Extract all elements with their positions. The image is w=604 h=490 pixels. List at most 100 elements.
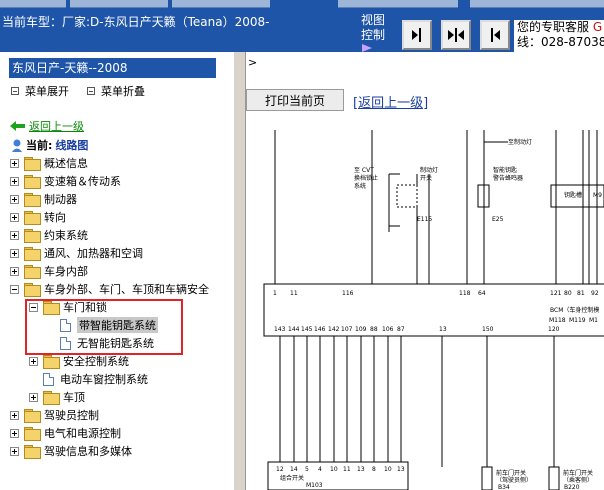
svg-text:14: 14 — [290, 466, 298, 473]
svg-text:至 CVT: 至 CVT — [354, 167, 374, 174]
svg-text:88: 88 — [370, 326, 378, 333]
wiring-diagram: 至制动灯 至 CVT 换档锁止 系统 制动灯 开关 E115 智能钥匙 警告蜂鸣… — [263, 130, 604, 490]
svg-text:B220: B220 — [564, 484, 580, 490]
print-page-button[interactable]: 打印当前页 — [246, 89, 344, 111]
expand-toggle-icon[interactable] — [29, 392, 38, 402]
svg-text:5: 5 — [305, 466, 309, 473]
top-tab[interactable] — [470, 0, 604, 8]
svg-text:BCM（车身控制模: BCM（车身控制模 — [550, 306, 599, 314]
tree-item[interactable]: 制动器 — [10, 190, 77, 208]
svg-text:8: 8 — [372, 466, 376, 473]
expand-toggle-icon[interactable] — [10, 266, 19, 276]
highlight-box — [25, 299, 183, 355]
folder-icon — [24, 157, 41, 171]
tree-item[interactable]: 转向 — [10, 208, 66, 226]
svg-text:150: 150 — [482, 326, 494, 333]
expand-icon — [11, 87, 19, 95]
return-link[interactable]: [返回上一级] — [353, 92, 428, 111]
tree-item[interactable]: 车身外部、车门、车顶和车辆安全 — [10, 280, 209, 298]
content-pane: > 打印当前页 [返回上一级] 至制动灯 至 CVT 换档锁止 系统 制动灯 开… — [246, 52, 604, 490]
svg-text:11: 11 — [343, 466, 351, 473]
folder-icon — [24, 211, 41, 225]
collapse-toggle-icon[interactable] — [10, 284, 19, 294]
svg-text:13: 13 — [439, 326, 447, 333]
tree-item[interactable]: 车顶 — [29, 388, 85, 406]
view-split-button[interactable] — [441, 20, 471, 50]
top-tab[interactable] — [0, 0, 66, 8]
expand-toggle-icon[interactable] — [10, 248, 19, 258]
tree-item[interactable]: 车身内部 — [10, 262, 88, 280]
svg-text:92: 92 — [591, 290, 599, 297]
svg-text:121: 121 — [550, 290, 562, 297]
svg-text:13: 13 — [357, 466, 365, 473]
svg-text:106: 106 — [382, 326, 394, 333]
tree-item[interactable]: 驾驶员控制 — [10, 406, 99, 424]
expand-toggle-icon[interactable] — [29, 356, 38, 366]
folder-icon — [24, 175, 41, 189]
svg-text:制动灯: 制动灯 — [420, 166, 438, 174]
svg-text:1: 1 — [273, 290, 277, 297]
menu-collapse-button[interactable]: 菜单折叠 — [87, 83, 145, 99]
expand-toggle-icon[interactable] — [10, 158, 19, 168]
svg-text:13: 13 — [397, 466, 405, 473]
folder-icon — [24, 229, 41, 243]
svg-text:4: 4 — [318, 466, 322, 473]
folder-icon — [24, 265, 41, 279]
expand-toggle-icon[interactable] — [10, 446, 19, 456]
svg-text:81: 81 — [577, 290, 585, 297]
folder-icon — [43, 355, 60, 369]
brand-bar: 东风日产-天籁--2008 — [9, 58, 216, 78]
svg-text:87: 87 — [397, 326, 405, 333]
back-link[interactable]: 返回上一级 — [10, 118, 84, 134]
pane-splitter[interactable] — [233, 52, 246, 490]
svg-text:开关: 开关 — [420, 174, 432, 182]
svg-text:12: 12 — [276, 466, 284, 473]
dg-to-brake: 至制动灯 — [508, 138, 532, 146]
svg-text:M103: M103 — [306, 482, 323, 489]
collapse-icon — [87, 87, 95, 95]
top-tab[interactable] — [70, 0, 168, 8]
expand-toggle-icon[interactable] — [10, 428, 19, 438]
tree-item[interactable]: 约束系统 — [10, 226, 88, 244]
expand-toggle-icon[interactable] — [10, 230, 19, 240]
user-icon — [12, 139, 22, 152]
svg-text:107: 107 — [341, 326, 353, 333]
tree-item[interactable]: 通风、加热器和空调 — [10, 244, 143, 262]
view-left-button[interactable] — [402, 20, 432, 50]
tree-item[interactable]: 电动车窗控制系统 — [43, 370, 148, 388]
view-right-button[interactable] — [480, 20, 510, 50]
svg-text:144: 144 — [288, 326, 300, 333]
expand-toggle-icon[interactable] — [10, 410, 19, 420]
arrow-right-bar-icon — [412, 28, 421, 42]
top-tab[interactable] — [172, 0, 270, 8]
menu-expand-button[interactable]: 菜单展开 — [11, 83, 69, 99]
view-arrow-icon — [362, 44, 372, 52]
folder-icon — [24, 193, 41, 207]
document-icon — [43, 372, 54, 386]
svg-text:E115: E115 — [417, 216, 432, 223]
svg-text:B34: B34 — [498, 484, 510, 490]
svg-text:146: 146 — [314, 326, 326, 333]
svg-text:10: 10 — [330, 466, 338, 473]
tree-item[interactable]: 概述信息 — [10, 154, 88, 172]
svg-text:E25: E25 — [492, 216, 504, 223]
breadcrumb: > — [248, 56, 258, 69]
tree-item[interactable]: 变速箱＆传动系 — [10, 172, 121, 190]
expand-toggle-icon[interactable] — [10, 194, 19, 204]
expand-toggle-icon[interactable] — [10, 212, 19, 222]
svg-text:64: 64 — [478, 290, 486, 297]
svg-text:前车门开关: 前车门开关 — [496, 469, 526, 477]
expand-toggle-icon[interactable] — [10, 176, 19, 186]
svg-text:警告蜂鸣器: 警告蜂鸣器 — [493, 174, 523, 182]
svg-text:118: 118 — [459, 290, 471, 297]
top-tab[interactable] — [338, 0, 458, 8]
tree-item[interactable]: 电气和电源控制 — [10, 424, 121, 442]
svg-text:11: 11 — [290, 290, 298, 297]
svg-text:（乘客侧）: （乘客侧） — [563, 476, 593, 484]
svg-text:142: 142 — [328, 326, 340, 333]
svg-text:109: 109 — [355, 326, 367, 333]
folder-icon — [24, 409, 41, 423]
top-bar: 当前车型：厂家:D-东风日产天籁（Teana）2008- 视图 控制 您的专职客… — [0, 0, 604, 52]
svg-text:M118: M118 — [549, 317, 566, 324]
tree-item[interactable]: 驾驶信息和多媒体 — [10, 442, 132, 460]
